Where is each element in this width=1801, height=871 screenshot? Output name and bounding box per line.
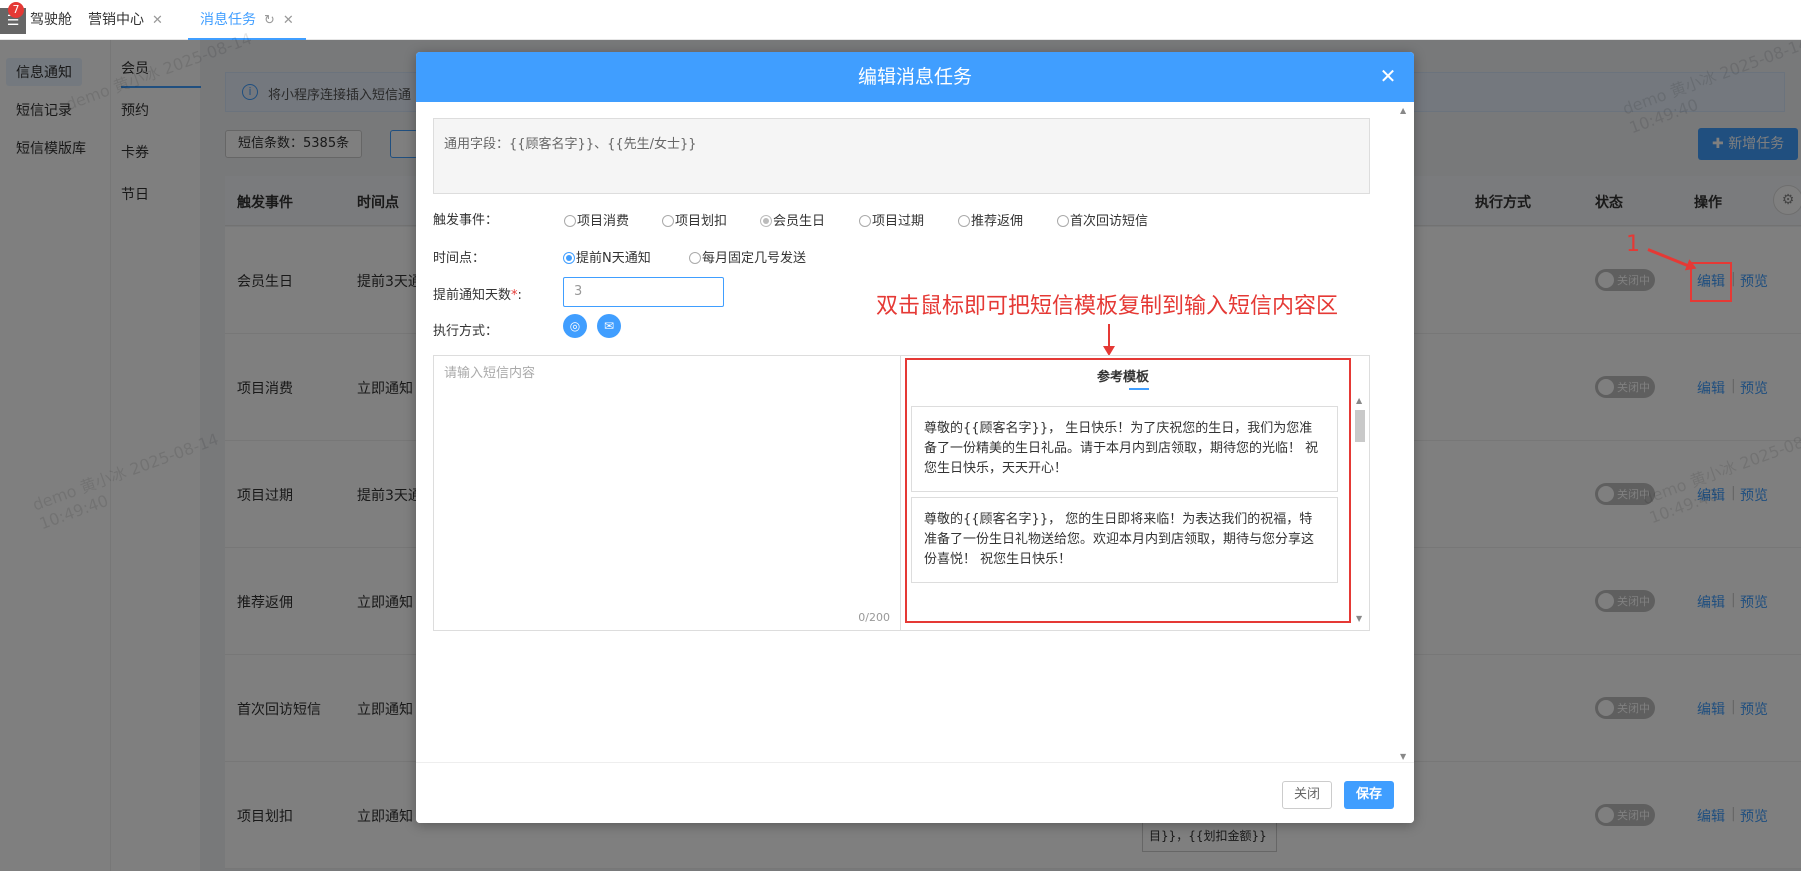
scroll-up-icon[interactable]: ▲ [1400,106,1406,115]
days-ahead-input[interactable]: 3 [563,277,724,307]
radio-dot [564,215,576,227]
radio-label: 项目过期 [872,214,925,229]
trigger-event-label: 触发事件： [433,213,499,228]
close-icon[interactable]: ✕ [152,13,163,28]
radio-label: 项目消费 [577,214,630,229]
notification-badge: 7 [8,2,24,18]
dialog-title: 编辑消息任务 [857,66,972,88]
radio-dot [1057,215,1069,227]
annotation-highlight-box [1690,262,1732,302]
radio-referral-commission[interactable]: 推荐返佣 [958,210,1023,229]
sms-content-input[interactable] [434,356,900,630]
refresh-icon[interactable]: ↻ [264,13,275,28]
label-colon: : [517,288,522,303]
radio-dot [859,215,871,227]
scroll-down-icon[interactable]: ▼ [1400,752,1406,761]
dialog-scrollbar[interactable]: ▲ ▼ [1398,104,1412,764]
radio-notify-n-days-ahead[interactable]: 提前N天通知 [563,247,651,266]
radio-dot [662,215,674,227]
dialog-header: 编辑消息任务 ✕ [416,52,1414,102]
template-scrollbar[interactable]: ▲ ▼ [1353,396,1367,628]
close-button[interactable]: 关闭 [1282,781,1332,809]
step-number: 1 [1626,232,1640,257]
dialog-footer: 关闭 保存 [416,762,1414,823]
annotation-note: 双击鼠标即可把短信模板复制到输入短信内容区 [876,294,1339,319]
radio-label: 提前N天通知 [576,251,651,266]
save-button[interactable]: 保存 [1344,781,1394,809]
radio-dot [760,215,772,227]
radio-project-consume[interactable]: 项目消费 [564,210,629,229]
annotation-arrow [1103,324,1115,356]
time-point-label: 时间点： [433,251,486,266]
radio-label: 每月固定几号发送 [702,251,807,266]
exec-method-label: 执行方式： [433,324,499,339]
sms-content-area: 0/200 [433,355,901,631]
radio-first-visit-sms[interactable]: 首次回访短信 [1057,210,1148,229]
annotation-highlight-box [905,358,1351,623]
radio-dot [563,252,575,264]
days-ahead-label: 提前通知天数*: [433,284,522,303]
radio-project-deduct[interactable]: 项目划扣 [662,210,727,229]
edit-message-task-dialog: 编辑消息任务 ✕ ▲ ▼ 通用字段：{{顾客名字}}、{{先生/女士}} 触发事… [416,52,1414,823]
tab-label: 驾驶舱 [30,12,72,28]
radio-label: 项目划扣 [675,214,728,229]
common-fields-box: 通用字段：{{顾客名字}}、{{先生/女士}} [433,118,1370,194]
tab-label: 消息任务 [200,12,256,28]
tab-marketing-center[interactable]: 营销中心 ✕ [88,0,163,40]
mail-icon[interactable]: ✉ [597,314,621,338]
radio-dot [689,252,701,264]
label-text: 提前通知天数 [433,288,512,303]
radio-label: 首次回访短信 [1070,214,1149,229]
radio-dot [958,215,970,227]
radio-fixed-monthly-date[interactable]: 每月固定几号发送 [689,247,806,266]
radio-member-birthday[interactable]: 会员生日 [760,210,825,229]
scroll-up-icon[interactable]: ▲ [1356,396,1362,405]
tab-label: 营销中心 [88,12,144,28]
char-counter: 0/200 [858,611,890,624]
tab-cockpit[interactable]: 驾驶舱 [30,0,72,40]
close-icon[interactable]: ✕ [1376,64,1400,88]
close-icon[interactable]: ✕ [283,13,294,28]
scroll-down-icon[interactable]: ▼ [1356,614,1362,623]
top-tab-bar: ☰ 7 驾驶舱 营销中心 ✕ 消息任务 ↻ ✕ [0,0,1801,40]
radio-project-expire[interactable]: 项目过期 [859,210,924,229]
wechat-icon[interactable]: ◎ [563,314,587,338]
scroll-thumb[interactable] [1355,410,1365,442]
radio-label: 会员生日 [773,214,826,229]
radio-label: 推荐返佣 [971,214,1024,229]
